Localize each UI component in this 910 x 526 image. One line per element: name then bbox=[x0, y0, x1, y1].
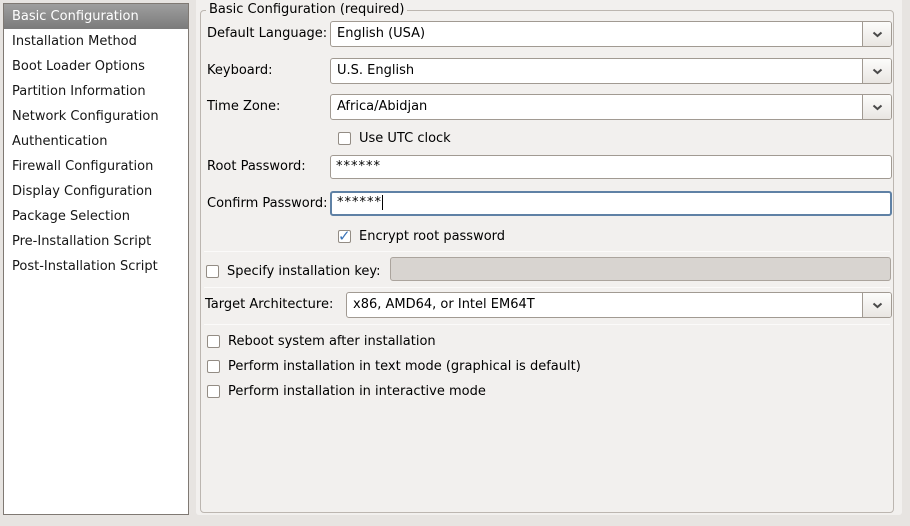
sidebar-item-firewall-configuration[interactable]: Firewall Configuration bbox=[4, 154, 188, 179]
installation-key-field bbox=[390, 257, 891, 281]
chevron-down-icon bbox=[872, 64, 883, 79]
keyboard-value: U.S. English bbox=[331, 59, 862, 83]
installation-key-checkbox[interactable] bbox=[206, 265, 219, 278]
text-mode-checkbox-row[interactable]: Perform installation in text mode (graph… bbox=[207, 358, 581, 374]
root-password-value: ****** bbox=[336, 159, 381, 174]
confirm-password-field[interactable]: ****** bbox=[330, 191, 892, 216]
confirm-password-value: ****** bbox=[337, 195, 382, 210]
default-language-select[interactable]: English (USA) bbox=[330, 21, 892, 47]
separator bbox=[204, 324, 890, 325]
utc-clock-label: Use UTC clock bbox=[359, 131, 451, 146]
time-zone-select[interactable]: Africa/Abidjan bbox=[330, 94, 892, 120]
utc-clock-checkbox[interactable] bbox=[338, 132, 351, 145]
chevron-down-icon bbox=[872, 298, 883, 313]
sidebar-item-network-configuration[interactable]: Network Configuration bbox=[4, 104, 188, 129]
encrypt-password-checkbox[interactable] bbox=[338, 230, 351, 243]
root-password-field[interactable]: ****** bbox=[330, 155, 892, 179]
default-language-dropdown-button[interactable] bbox=[862, 22, 891, 46]
root-password-label: Root Password: bbox=[207, 155, 306, 179]
default-language-value: English (USA) bbox=[331, 22, 862, 46]
interactive-mode-label: Perform installation in interactive mode bbox=[228, 384, 486, 399]
time-zone-label: Time Zone: bbox=[207, 94, 280, 120]
encrypt-password-label: Encrypt root password bbox=[359, 229, 505, 244]
basic-configuration-frame: Basic Configuration (required) Default L… bbox=[200, 10, 894, 513]
sidebar-item-partition-information[interactable]: Partition Information bbox=[4, 79, 188, 104]
basic-configuration-page: Basic Configuration (required) Default L… bbox=[196, 0, 902, 515]
chevron-down-icon bbox=[872, 100, 883, 115]
text-cursor bbox=[382, 195, 383, 210]
keyboard-label: Keyboard: bbox=[207, 58, 273, 84]
target-architecture-select[interactable]: x86, AMD64, or Intel EM64T bbox=[346, 292, 892, 318]
reboot-checkbox[interactable] bbox=[207, 335, 220, 348]
time-zone-value: Africa/Abidjan bbox=[331, 95, 862, 119]
encrypt-password-checkbox-row[interactable]: Encrypt root password bbox=[338, 228, 505, 244]
confirm-password-label: Confirm Password: bbox=[207, 191, 327, 216]
category-list: Basic Configuration Installation Method … bbox=[3, 3, 189, 515]
frame-title: Basic Configuration (required) bbox=[206, 1, 407, 19]
chevron-down-icon bbox=[872, 27, 883, 42]
sidebar-item-basic-configuration[interactable]: Basic Configuration bbox=[4, 4, 188, 29]
keyboard-dropdown-button[interactable] bbox=[862, 59, 891, 83]
keyboard-select[interactable]: U.S. English bbox=[330, 58, 892, 84]
reboot-label: Reboot system after installation bbox=[228, 334, 436, 349]
text-mode-checkbox[interactable] bbox=[207, 360, 220, 373]
installation-key-label: Specify installation key: bbox=[227, 264, 381, 279]
target-architecture-dropdown-button[interactable] bbox=[862, 293, 891, 317]
separator bbox=[204, 287, 890, 288]
installation-key-checkbox-row[interactable]: Specify installation key: bbox=[206, 263, 381, 279]
utc-clock-checkbox-row[interactable]: Use UTC clock bbox=[338, 130, 451, 146]
target-architecture-value: x86, AMD64, or Intel EM64T bbox=[347, 293, 862, 317]
time-zone-dropdown-button[interactable] bbox=[862, 95, 891, 119]
sidebar-item-post-installation-script[interactable]: Post-Installation Script bbox=[4, 254, 188, 279]
text-mode-label: Perform installation in text mode (graph… bbox=[228, 359, 581, 374]
sidebar-item-package-selection[interactable]: Package Selection bbox=[4, 204, 188, 229]
sidebar-item-pre-installation-script[interactable]: Pre-Installation Script bbox=[4, 229, 188, 254]
separator bbox=[204, 251, 890, 252]
sidebar-item-installation-method[interactable]: Installation Method bbox=[4, 29, 188, 54]
interactive-mode-checkbox-row[interactable]: Perform installation in interactive mode bbox=[207, 383, 486, 399]
sidebar-item-authentication[interactable]: Authentication bbox=[4, 129, 188, 154]
interactive-mode-checkbox[interactable] bbox=[207, 385, 220, 398]
target-architecture-label: Target Architecture: bbox=[205, 292, 333, 318]
sidebar-item-display-configuration[interactable]: Display Configuration bbox=[4, 179, 188, 204]
sidebar-item-boot-loader-options[interactable]: Boot Loader Options bbox=[4, 54, 188, 79]
reboot-checkbox-row[interactable]: Reboot system after installation bbox=[207, 333, 436, 349]
default-language-label: Default Language: bbox=[207, 21, 327, 47]
